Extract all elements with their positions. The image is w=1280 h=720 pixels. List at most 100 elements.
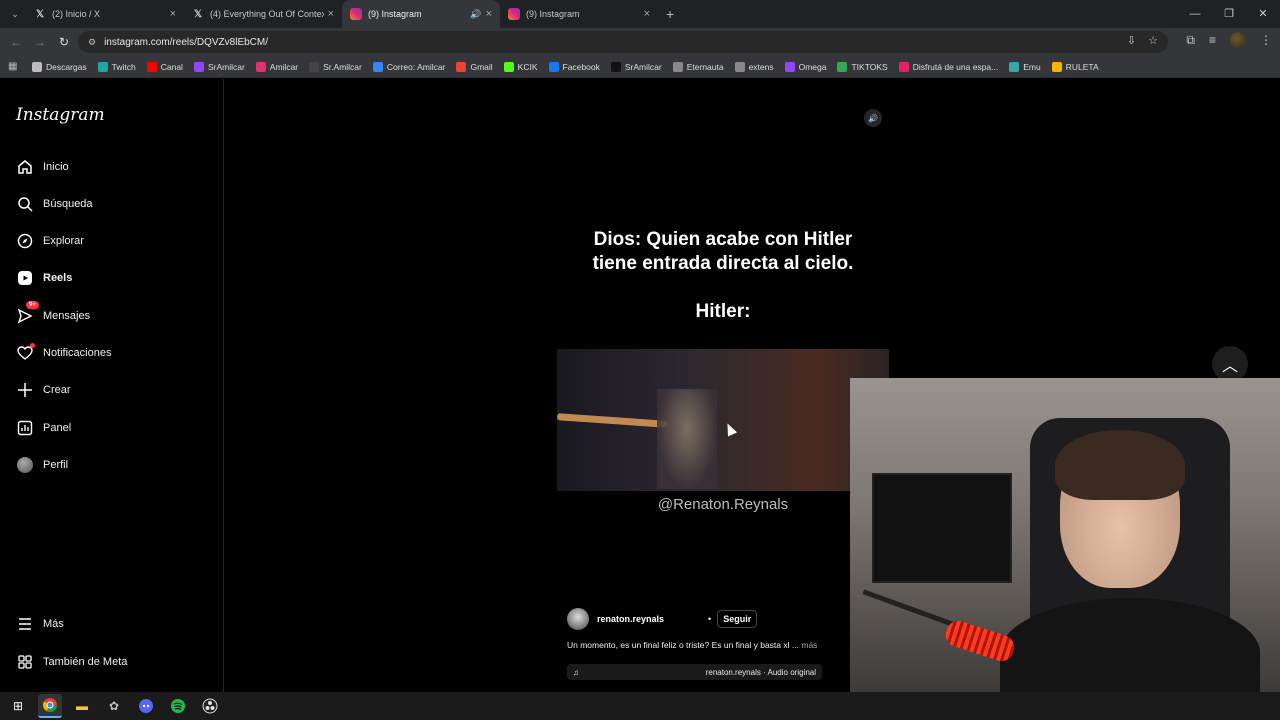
minimize-icon[interactable]: —	[1178, 0, 1212, 28]
site-info-icon[interactable]: ⚙	[88, 37, 96, 48]
speaker-icon[interactable]: 🔊	[470, 9, 481, 20]
chrome-icon[interactable]	[38, 694, 62, 718]
tab-instagram-active[interactable]: (9) Instagram 🔊 ×	[342, 0, 500, 28]
mail-icon	[372, 61, 383, 72]
chart-icon	[16, 419, 34, 437]
bookmark-item[interactable]: SrAmilcar	[193, 61, 245, 72]
tab-x-everything[interactable]: 𝕏 (4) Everything Out Of Context a ×	[184, 0, 342, 28]
scroll-up-button[interactable]: ︿	[1212, 346, 1248, 382]
bookmark-item[interactable]: extens	[734, 61, 774, 72]
close-tab-icon[interactable]: ×	[486, 8, 492, 20]
close-tab-icon[interactable]: ×	[644, 8, 650, 20]
install-app-icon[interactable]: ⇩	[1127, 34, 1136, 47]
bookmark-item[interactable]: SrAmilcar	[610, 61, 662, 72]
reel-description: Un momento, es un final feliz o triste? …	[567, 640, 817, 650]
tab-instagram[interactable]: (9) Instagram ×	[500, 0, 658, 28]
mute-toggle-icon[interactable]: 🔊	[864, 109, 882, 127]
close-tab-icon[interactable]: ×	[328, 8, 334, 20]
chevron-up-icon: ︿	[1221, 358, 1238, 375]
twitch-icon	[97, 61, 108, 72]
sidebar-item-busqueda[interactable]: Búsqueda	[16, 193, 93, 215]
bookmark-star-icon[interactable]: ☆	[1148, 34, 1158, 47]
bookmark-item[interactable]: Amilcar	[255, 61, 298, 72]
tab-search-button[interactable]: ⌄	[4, 4, 26, 24]
new-tab-icon[interactable]: +	[666, 6, 674, 22]
obs-icon[interactable]	[198, 694, 222, 718]
heart-icon	[16, 343, 35, 362]
bookmark-label: Facebook	[562, 61, 600, 72]
bookmark-item[interactable]: Eternauta	[672, 61, 724, 72]
doc-icon	[672, 61, 683, 72]
extensions-icon[interactable]: ⧉	[1186, 33, 1195, 48]
music-note-icon: ♫	[573, 667, 579, 677]
tiktok-icon	[610, 61, 621, 72]
youtube-icon	[146, 61, 157, 72]
restore-icon[interactable]: ❐	[1212, 0, 1246, 28]
follow-button[interactable]: Seguir	[717, 610, 758, 628]
sidebar-item-label: Inicio	[43, 161, 69, 173]
bookmark-item[interactable]: Twitch	[97, 61, 136, 72]
back-icon[interactable]: ←	[4, 35, 28, 49]
gmail-icon	[456, 61, 467, 72]
audio-attribution[interactable]: ♫ renaton.reynals · Audio original	[567, 664, 822, 680]
bookmark-item[interactable]: KCIK	[503, 61, 538, 72]
profile-avatar[interactable]	[1230, 32, 1246, 48]
sidebar-item-notificaciones[interactable]: Notificaciones	[16, 342, 111, 364]
bookmark-item[interactable]: Omega	[784, 61, 826, 72]
menu-icon	[16, 615, 34, 633]
twitch-icon	[784, 61, 795, 72]
close-window-icon[interactable]: ✕	[1246, 0, 1280, 28]
video-clip-frame	[557, 349, 889, 491]
tab-x-home[interactable]: 𝕏 (2) Inicio / X ×	[26, 0, 184, 28]
sidebar-item-meta[interactable]: También de Meta	[16, 651, 127, 673]
caption-line: Dios: Quien acabe con Hitler	[593, 229, 853, 250]
sidebar-item-label: Búsqueda	[43, 198, 93, 210]
bookmark-label: extens	[748, 61, 774, 72]
bookmark-item[interactable]: Emu	[1009, 61, 1041, 72]
bookmark-item[interactable]: Facebook	[548, 61, 600, 72]
apps-grid-icon[interactable]: ▦	[8, 61, 22, 72]
author-username[interactable]: renaton.reynals	[597, 614, 664, 624]
sidebar-item-panel[interactable]: Panel	[16, 417, 71, 439]
bookmark-item[interactable]: Disfrutá de una espa...	[898, 61, 998, 72]
sidebar-item-explorar[interactable]: Explorar	[16, 230, 84, 252]
reel-video[interactable]: 🔊 Dios: Quien acabe con Hitler tiene ent…	[557, 102, 889, 692]
spotify-icon[interactable]	[166, 694, 190, 718]
bookmark-item[interactable]: Descargas	[32, 61, 87, 72]
sidebar-item-perfil[interactable]: Perfil	[16, 454, 68, 476]
media-control-icon[interactable]: ≡	[1209, 33, 1216, 47]
kick-icon	[503, 61, 514, 72]
address-bar[interactable]: ⚙ instagram.com/reels/DQVZv8lEbCM/ ⇩ ☆	[78, 31, 1168, 53]
kebab-menu-icon[interactable]: ⋮	[1260, 33, 1272, 47]
reload-icon[interactable]: ↻	[52, 35, 76, 49]
file-explorer-icon[interactable]: ▬	[70, 694, 94, 718]
instagram-logo[interactable]: Instagram	[16, 105, 105, 125]
sidebar-item-reels[interactable]: Reels	[16, 267, 72, 289]
close-tab-icon[interactable]: ×	[170, 8, 176, 20]
reel-watermark: @Renaton.Reynals	[657, 496, 789, 513]
bookmark-item[interactable]: RULETA	[1051, 61, 1099, 72]
clip-stick	[557, 413, 668, 428]
sidebar-item-mensajes[interactable]: 9+ Mensajes	[16, 301, 90, 327]
sidebar-item-mas[interactable]: Más	[16, 613, 64, 635]
sidebar-item-crear[interactable]: Crear	[16, 379, 71, 401]
bookmark-label: RULETA	[1065, 61, 1099, 72]
x-logo-icon: 𝕏	[193, 8, 203, 20]
avatar	[16, 456, 34, 474]
compass-icon	[16, 232, 34, 250]
app-icon[interactable]: ✿	[102, 694, 126, 718]
bookmark-item[interactable]: Correo: Amilcar	[372, 61, 445, 72]
windows-start-icon[interactable]: ⊞	[6, 694, 30, 718]
bookmark-item[interactable]: Sr.Amilcar	[309, 61, 362, 72]
bookmark-item[interactable]: Canal	[146, 61, 183, 72]
microphone	[942, 617, 1018, 665]
forward-icon[interactable]: →	[28, 35, 52, 49]
bookmark-item[interactable]: Gmail	[456, 61, 493, 72]
sidebar-item-inicio[interactable]: Inicio	[16, 156, 69, 178]
globe-icon	[734, 61, 745, 72]
bookmark-item[interactable]: TIKTOKS	[837, 61, 888, 72]
author-avatar[interactable]	[567, 608, 589, 630]
discord-icon[interactable]	[134, 694, 158, 718]
webcam-overlay	[850, 378, 1280, 692]
more-link[interactable]: más	[801, 640, 817, 650]
